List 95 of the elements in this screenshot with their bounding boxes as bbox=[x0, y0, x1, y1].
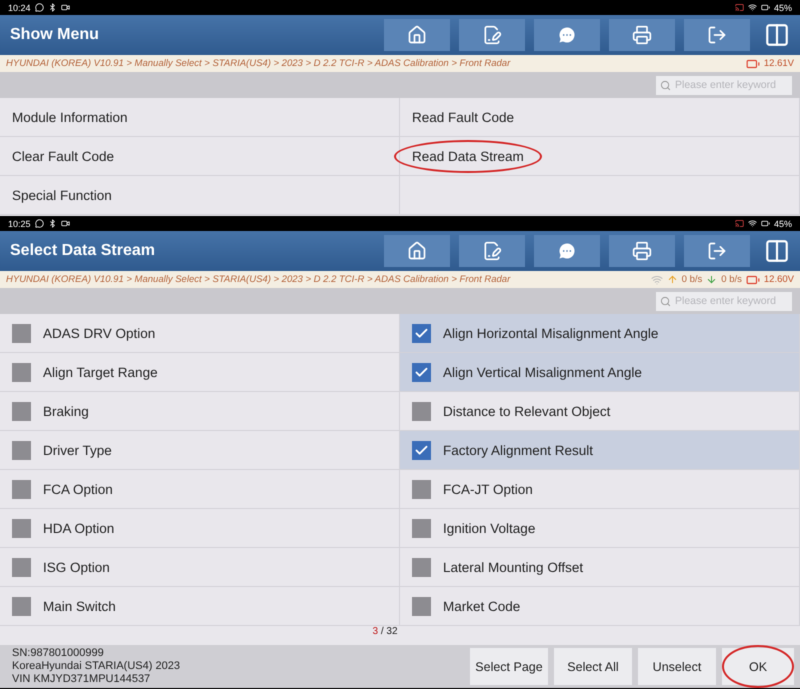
message-icon bbox=[34, 3, 44, 12]
data-stream-item[interactable]: Factory Alignment Result bbox=[400, 431, 800, 470]
exit-icon bbox=[707, 25, 727, 45]
checkbox[interactable] bbox=[12, 440, 31, 460]
data-stream-item[interactable]: Align Vertical Misalignment Angle bbox=[400, 353, 800, 392]
checkbox[interactable] bbox=[12, 362, 31, 382]
checkbox[interactable] bbox=[412, 480, 431, 498]
vehicle-info: VIN KMJYD371MPU144537 bbox=[12, 673, 152, 686]
edit-icon bbox=[482, 241, 502, 261]
search-icon bbox=[660, 296, 671, 306]
camera-icon bbox=[60, 219, 70, 228]
battery-icon bbox=[760, 3, 770, 12]
wifi-icon bbox=[748, 219, 757, 228]
breadcrumb: HYUNDAI (KOREA) V10.91 > Manually Select > STARIA(US4) > 2023 > D 2.2 TCI-R > ADAS Calibration > Front Radar bbox=[6, 58, 512, 69]
data-stream-item[interactable]: Market Code bbox=[400, 587, 800, 626]
chat-button[interactable] bbox=[534, 235, 600, 267]
exit-button[interactable] bbox=[684, 235, 750, 267]
breadcrumb: HYUNDAI (KOREA) V10.91 > Manually Select > STARIA(US4) > 2023 > D 2.2 TCI-R > ADAS Calibration > Front Radar bbox=[6, 274, 512, 285]
data-stream-item[interactable]: Distance to Relevant Object bbox=[400, 392, 800, 431]
voltage-reading: 12.60V bbox=[764, 274, 794, 285]
split-view-icon[interactable] bbox=[764, 238, 790, 264]
battery-level: 45% bbox=[774, 2, 792, 12]
printer-icon bbox=[632, 241, 652, 261]
camera-icon bbox=[60, 3, 70, 12]
wifi-icon bbox=[650, 274, 663, 286]
checkbox[interactable] bbox=[412, 362, 431, 382]
checkbox[interactable] bbox=[412, 324, 431, 342]
checkbox[interactable] bbox=[12, 558, 31, 576]
checkbox[interactable] bbox=[412, 402, 431, 420]
voltage-reading: 12.61V bbox=[764, 58, 794, 69]
split-view-icon[interactable] bbox=[764, 22, 790, 48]
checkbox[interactable] bbox=[12, 402, 31, 420]
chat-button[interactable] bbox=[534, 19, 600, 51]
data-stream-item[interactable]: Braking bbox=[0, 392, 400, 431]
status-time: 10:24 bbox=[8, 2, 31, 12]
status-time: 10:25 bbox=[8, 218, 31, 228]
exit-button[interactable] bbox=[684, 19, 750, 51]
printer-button[interactable] bbox=[609, 235, 675, 267]
checkbox[interactable] bbox=[12, 324, 31, 342]
checkbox[interactable] bbox=[12, 518, 31, 538]
checkbox[interactable] bbox=[412, 440, 431, 460]
data-stream-item[interactable]: Align Horizontal Misalignment Angle bbox=[400, 314, 800, 353]
data-stream-item[interactable]: ISG Option bbox=[0, 548, 400, 587]
download-rate: 0 b/s bbox=[721, 274, 742, 285]
checkbox[interactable] bbox=[412, 558, 431, 576]
home-button[interactable] bbox=[384, 235, 450, 267]
data-stream-item[interactable]: Main Switch bbox=[0, 587, 400, 626]
chat-icon bbox=[557, 241, 577, 261]
upload-arrow-icon bbox=[666, 274, 678, 285]
checkbox[interactable] bbox=[412, 518, 431, 538]
data-stream-item[interactable]: Ignition Voltage bbox=[400, 509, 800, 548]
vehicle-info: SN:987801000999 bbox=[12, 647, 105, 660]
page-indicator: 3 / 32 bbox=[370, 626, 400, 637]
menu-item[interactable]: Read Fault Code bbox=[400, 98, 800, 137]
edit-icon bbox=[482, 25, 502, 45]
bluetooth-icon bbox=[48, 3, 57, 12]
data-stream-item[interactable]: FCA-JT Option bbox=[400, 470, 800, 509]
exit-icon bbox=[707, 241, 727, 261]
bluetooth-icon bbox=[48, 219, 57, 228]
download-arrow-icon bbox=[706, 274, 718, 285]
vehicle-info: KoreaHyundai STARIA(US4) 2023 bbox=[12, 660, 181, 673]
battery-icon bbox=[760, 219, 770, 228]
edit-button[interactable] bbox=[459, 19, 525, 51]
data-stream-item[interactable]: Lateral Mounting Offset bbox=[400, 548, 800, 587]
cast-icon bbox=[734, 3, 744, 12]
cast-icon bbox=[734, 219, 744, 228]
action-button[interactable]: Unselect bbox=[638, 648, 716, 685]
menu-item[interactable]: Special Function bbox=[0, 176, 400, 215]
search-icon bbox=[660, 80, 671, 90]
checkbox[interactable] bbox=[12, 480, 31, 498]
battery-level: 45% bbox=[774, 218, 792, 228]
data-stream-item[interactable]: ADAS DRV Option bbox=[0, 314, 400, 353]
data-stream-item[interactable]: HDA Option bbox=[0, 509, 400, 548]
screen-title: Show Menu bbox=[10, 26, 100, 44]
edit-button[interactable] bbox=[459, 235, 525, 267]
screen-title: Select Data Stream bbox=[10, 242, 156, 260]
action-button[interactable]: OK bbox=[722, 648, 794, 685]
data-stream-item[interactable]: Align Target Range bbox=[0, 353, 400, 392]
home-button[interactable] bbox=[384, 19, 450, 51]
upload-rate: 0 b/s bbox=[682, 274, 702, 285]
menu-item[interactable]: Module Information bbox=[0, 98, 400, 137]
message-icon bbox=[34, 219, 44, 228]
chat-icon bbox=[557, 25, 577, 45]
data-stream-item[interactable]: FCA Option bbox=[0, 470, 400, 509]
action-button[interactable]: Select Page bbox=[470, 648, 548, 685]
action-button[interactable]: Select All bbox=[554, 648, 632, 685]
printer-icon bbox=[632, 25, 652, 45]
menu-item[interactable]: Clear Fault Code bbox=[0, 137, 400, 176]
checkbox[interactable] bbox=[12, 596, 31, 616]
checkbox[interactable] bbox=[412, 596, 431, 616]
data-stream-item[interactable]: Driver Type bbox=[0, 431, 400, 470]
printer-button[interactable] bbox=[609, 19, 675, 51]
home-icon bbox=[407, 25, 427, 45]
wifi-icon bbox=[748, 3, 757, 12]
home-icon bbox=[407, 241, 427, 261]
